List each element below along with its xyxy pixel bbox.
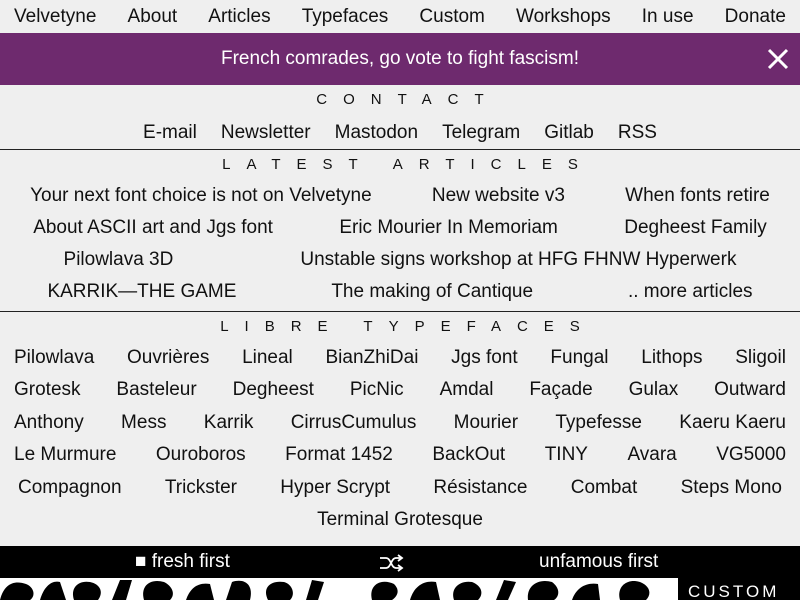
typeface-link[interactable]: Ouroboros — [156, 439, 246, 471]
shuffle-icon[interactable] — [378, 552, 404, 574]
typeface-link[interactable]: Gulax — [629, 374, 679, 406]
nav-typefaces[interactable]: Typefaces — [302, 6, 389, 28]
contact-telegram-link[interactable]: Telegram — [442, 118, 520, 148]
typeface-link[interactable]: Outward — [714, 374, 786, 406]
contact-mastodon-link[interactable]: Mastodon — [335, 118, 418, 148]
libre-typefaces-section: Libre typefaces Pilowlava Ouvrières Line… — [0, 312, 800, 546]
typeface-link[interactable]: Amdal — [440, 374, 494, 406]
nav-donate[interactable]: Donate — [725, 6, 786, 28]
typeface-link[interactable]: Kaeru Kaeru — [679, 407, 786, 439]
typeface-link[interactable]: Anthony — [14, 407, 84, 439]
typeface-link[interactable]: Grotesk — [14, 374, 81, 406]
articles-row: KARRIK—THE GAME The making of Cantique .… — [0, 276, 800, 308]
nav-velvetyne[interactable]: Velvetyne — [14, 6, 96, 28]
typeface-link[interactable]: PicNic — [350, 374, 404, 406]
sort-bar: ■ fresh first unfamous first — [0, 546, 800, 578]
sort-fresh-first-button[interactable]: ■ fresh first — [135, 551, 230, 573]
sort-unfamous-first-button[interactable]: unfamous first — [539, 551, 658, 573]
contact-email-link[interactable]: E-mail — [143, 118, 197, 148]
contact-rss-link[interactable]: RSS — [618, 118, 657, 148]
typeface-link[interactable]: TINY — [545, 439, 588, 471]
typeface-link[interactable]: Trickster — [165, 472, 237, 504]
article-link[interactable]: When fonts retire — [625, 180, 770, 212]
article-link[interactable]: Your next font choice is not on Velvetyn… — [30, 180, 372, 212]
articles-row: About ASCII art and Jgs font Eric Mourie… — [0, 212, 800, 244]
nav-articles[interactable]: Articles — [208, 6, 270, 28]
articles-row: Your next font choice is not on Velvetyn… — [0, 180, 800, 212]
typeface-link[interactable]: Mourier — [454, 407, 518, 439]
articles-row: Pilowlava 3D Unstable signs workshop at … — [0, 244, 800, 276]
typeface-link[interactable]: CirrusCumulus — [291, 407, 417, 439]
typeface-link[interactable]: Ouvrières — [127, 342, 209, 374]
typeface-link[interactable]: Compagnon — [18, 472, 122, 504]
typeface-link[interactable]: Basteleur — [116, 374, 196, 406]
typeface-link[interactable]: Mess — [121, 407, 166, 439]
typeface-link[interactable]: Le Murmure — [14, 439, 116, 471]
article-link[interactable]: Degheest Family — [624, 212, 767, 244]
nav-about[interactable]: About — [128, 6, 178, 28]
specimen-lettering-image — [0, 580, 650, 600]
typeface-link[interactable]: Fungal — [550, 342, 608, 374]
more-articles-link[interactable]: .. more articles — [628, 276, 753, 308]
typeface-link[interactable]: Combat — [571, 472, 638, 504]
contact-title: Contact — [316, 91, 500, 108]
typeface-link[interactable]: Lithops — [641, 342, 702, 374]
article-link[interactable]: Pilowlava 3D — [64, 244, 174, 276]
typefaces-title: Libre typefaces — [220, 318, 596, 335]
banner-text: French comrades, go vote to fight fascis… — [221, 48, 579, 69]
custom-label[interactable]: CUSTOM — [678, 578, 800, 600]
nav-workshops[interactable]: Workshops — [516, 6, 611, 28]
typefaces-row: Compagnon Trickster Hyper Scrypt Résista… — [0, 472, 800, 504]
typefaces-row: Anthony Mess Karrik CirrusCumulus Mourie… — [0, 407, 800, 439]
typeface-link[interactable]: Pilowlava — [14, 342, 94, 374]
typeface-link[interactable]: Terminal Grotesque — [317, 504, 483, 536]
article-link[interactable]: KARRIK—THE GAME — [47, 276, 236, 308]
top-nav: Velvetyne About Articles Typefaces Custo… — [0, 0, 800, 33]
contact-section: Contact E-mail Newsletter Mastodon Teleg… — [0, 85, 800, 150]
typeface-link[interactable]: Format 1452 — [285, 439, 393, 471]
article-link[interactable]: About ASCII art and Jgs font — [33, 212, 273, 244]
typeface-link[interactable]: Avara — [627, 439, 676, 471]
typefaces-row: Le Murmure Ouroboros Format 1452 BackOut… — [0, 439, 800, 471]
contact-newsletter-link[interactable]: Newsletter — [221, 118, 311, 148]
article-link[interactable]: Eric Mourier In Memoriam — [339, 212, 558, 244]
typefaces-row: Terminal Grotesque — [0, 504, 800, 536]
typeface-link[interactable]: Steps Mono — [681, 472, 782, 504]
latest-articles-section: Latest articles Your next font choice is… — [0, 150, 800, 312]
typeface-link[interactable]: Karrik — [204, 407, 254, 439]
articles-title: Latest articles — [222, 156, 594, 173]
typeface-link[interactable]: Degheest — [233, 374, 314, 406]
typefaces-row: Grotesk Basteleur Degheest PicNic Amdal … — [0, 374, 800, 406]
close-icon[interactable] — [764, 45, 792, 73]
typeface-link[interactable]: Résistance — [433, 472, 527, 504]
typefaces-row: Pilowlava Ouvrières Lineal BianZhiDai Jg… — [0, 342, 800, 374]
typeface-link[interactable]: Sligoil — [735, 342, 786, 374]
article-link[interactable]: New website v3 — [432, 180, 565, 212]
typeface-link[interactable]: Hyper Scrypt — [280, 472, 390, 504]
typeface-specimen-banner[interactable] — [0, 578, 678, 600]
typeface-link[interactable]: BianZhiDai — [326, 342, 419, 374]
typeface-link[interactable]: VG5000 — [716, 439, 786, 471]
typeface-link[interactable]: BackOut — [432, 439, 505, 471]
nav-custom[interactable]: Custom — [419, 6, 484, 28]
contact-gitlab-link[interactable]: Gitlab — [544, 118, 594, 148]
typeface-link[interactable]: Façade — [529, 374, 592, 406]
article-link[interactable]: Unstable signs workshop at HFG FHNW Hype… — [300, 244, 736, 276]
typeface-link[interactable]: Jgs font — [451, 342, 518, 374]
typeface-link[interactable]: Typefesse — [555, 407, 642, 439]
announcement-banner: French comrades, go vote to fight fascis… — [0, 33, 800, 85]
article-link[interactable]: The making of Cantique — [331, 276, 533, 308]
nav-in-use[interactable]: In use — [642, 6, 694, 28]
contact-links: E-mail Newsletter Mastodon Telegram Gitl… — [0, 118, 800, 148]
typeface-link[interactable]: Lineal — [242, 342, 293, 374]
